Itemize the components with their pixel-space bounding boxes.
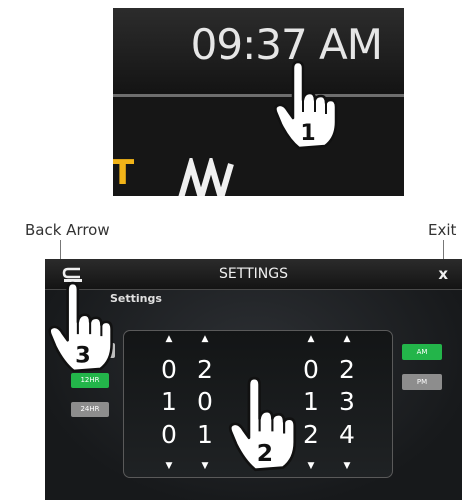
settings-screen: SETTINGS x Settings 12HR 24HR ▲ 0 1 0 ▼ … [45, 259, 462, 500]
picker-digit: 2 [339, 355, 355, 384]
12hr-button[interactable]: 12HR [71, 373, 109, 388]
up-arrow-icon[interactable]: ▲ [299, 334, 323, 344]
pointing-hand-icon: 3 [48, 281, 113, 373]
pm-button[interactable]: PM [402, 374, 442, 390]
exit-button[interactable]: x [438, 265, 448, 283]
exit-label: Exit [428, 221, 457, 239]
step-number-3: 3 [75, 343, 91, 369]
picker-digit: 0 [161, 355, 177, 384]
picker-digit: 4 [339, 420, 355, 449]
partial-white-glyph [178, 158, 234, 196]
pointing-hand-icon: 2 [228, 376, 297, 472]
up-arrow-icon[interactable]: ▲ [335, 334, 359, 344]
step-number-1: 1 [300, 121, 315, 146]
24hr-button[interactable]: 24HR [71, 402, 109, 417]
hour-tens-column[interactable]: ▲ 0 1 0 ▼ [157, 331, 181, 477]
hour-ones-column[interactable]: ▲ 2 0 1 ▼ [193, 331, 217, 477]
down-arrow-icon[interactable]: ▼ [335, 461, 359, 471]
picker-digit: 1 [161, 387, 177, 416]
up-arrow-icon[interactable]: ▲ [193, 334, 217, 344]
settings-title: SETTINGS [219, 266, 288, 282]
clock-display-panel: 09:37 AM T 1 [113, 8, 404, 196]
partial-yellow-text: T [113, 153, 135, 193]
down-arrow-icon[interactable]: ▼ [157, 461, 181, 471]
picker-digit: 0 [161, 420, 177, 449]
picker-digit: 1 [197, 420, 213, 449]
picker-digit: 0 [197, 387, 213, 416]
picker-digit: 3 [339, 387, 355, 416]
back-arrow-label: Back Arrow [25, 221, 110, 239]
up-arrow-icon[interactable]: ▲ [157, 334, 181, 344]
down-arrow-icon[interactable]: ▼ [193, 461, 217, 471]
minute-ones-column[interactable]: ▲ 2 3 4 ▼ [335, 331, 359, 477]
step-number-2: 2 [257, 439, 273, 467]
pointing-hand-icon: 1 [274, 60, 338, 150]
am-button[interactable]: AM [402, 344, 442, 360]
picker-digit: 2 [197, 355, 213, 384]
clock-divider [113, 94, 404, 97]
